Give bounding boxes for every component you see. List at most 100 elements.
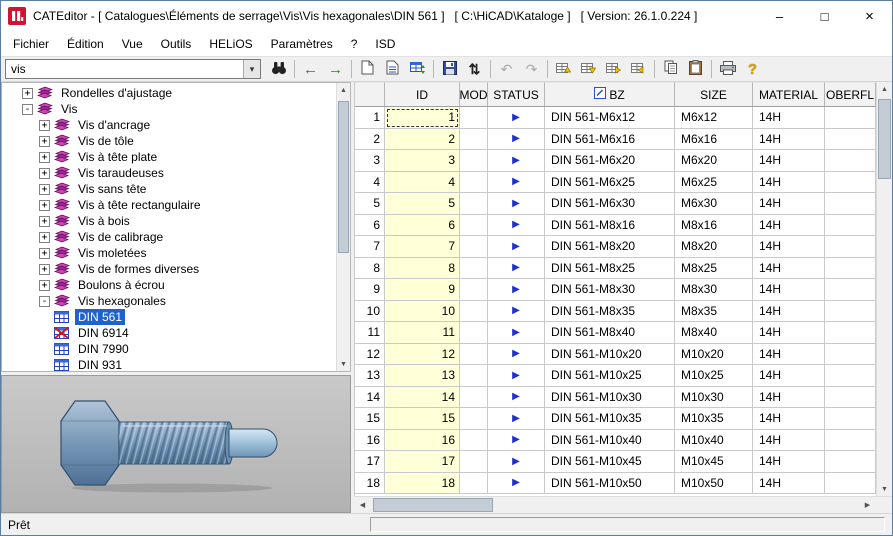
tree-expander-icon[interactable]: + bbox=[39, 152, 50, 163]
cell-material[interactable]: 14H bbox=[753, 408, 825, 430]
tree-expander-icon[interactable]: + bbox=[39, 248, 50, 259]
table-row[interactable]: 9 9 ▶ DIN 561-M8x30 M8x30 14H bbox=[355, 279, 876, 301]
tree-item-label[interactable]: Vis à tête plate bbox=[75, 149, 160, 165]
cell-mod[interactable] bbox=[460, 451, 488, 473]
tree-expander-icon[interactable]: + bbox=[39, 232, 50, 243]
cell-size[interactable]: M6x20 bbox=[675, 150, 753, 172]
cell-rownum[interactable]: 2 bbox=[355, 129, 385, 151]
cell-size[interactable]: M10x40 bbox=[675, 430, 753, 452]
cell-id[interactable]: 4 bbox=[385, 172, 460, 194]
tree-item[interactable]: - Vis bbox=[2, 101, 336, 117]
tree-expander-icon[interactable]: + bbox=[39, 216, 50, 227]
col-material[interactable]: MATERIAL bbox=[753, 82, 825, 107]
cell-rownum[interactable]: 18 bbox=[355, 473, 385, 495]
cell-id[interactable]: 3 bbox=[385, 150, 460, 172]
cell-status[interactable]: ▶ bbox=[488, 258, 545, 280]
cell-mod[interactable] bbox=[460, 258, 488, 280]
col-id[interactable]: ID bbox=[385, 82, 460, 107]
tree-item-label[interactable]: Vis de calibrage bbox=[75, 229, 166, 245]
cell-material[interactable]: 14H bbox=[753, 150, 825, 172]
cell-rownum[interactable]: 6 bbox=[355, 215, 385, 237]
cell-size[interactable]: M6x25 bbox=[675, 172, 753, 194]
cell-rownum[interactable]: 14 bbox=[355, 387, 385, 409]
tree-item-label[interactable]: Vis à bois bbox=[75, 213, 133, 229]
cell-oberfl[interactable] bbox=[825, 150, 876, 172]
cell-material[interactable]: 14H bbox=[753, 172, 825, 194]
menu-item[interactable]: Outils bbox=[152, 33, 201, 55]
col-mod[interactable]: MOD bbox=[460, 82, 488, 107]
cell-oberfl[interactable] bbox=[825, 301, 876, 323]
cell-size[interactable]: M6x30 bbox=[675, 193, 753, 215]
scroll-up-icon[interactable]: ▲ bbox=[337, 83, 350, 97]
cell-oberfl[interactable] bbox=[825, 172, 876, 194]
scroll-up-icon[interactable]: ▲ bbox=[877, 82, 892, 96]
cell-status[interactable]: ▶ bbox=[488, 236, 545, 258]
tree-expander-icon[interactable]: + bbox=[39, 120, 50, 131]
cell-rownum[interactable]: 5 bbox=[355, 193, 385, 215]
find-button[interactable] bbox=[266, 58, 291, 80]
tree-item-label[interactable]: Vis sans tête bbox=[75, 181, 149, 197]
cell-id[interactable]: 1 bbox=[385, 107, 460, 129]
tree-item-label[interactable]: Vis hexagonales bbox=[75, 293, 169, 309]
tree-item-label[interactable]: Boulons à écrou bbox=[75, 277, 168, 293]
cell-id[interactable]: 8 bbox=[385, 258, 460, 280]
maximize-button[interactable]: □ bbox=[802, 1, 847, 31]
table-row[interactable]: 11 11 ▶ DIN 561-M8x40 M8x40 14H bbox=[355, 322, 876, 344]
cell-oberfl[interactable] bbox=[825, 107, 876, 129]
redo-button[interactable]: ↷ bbox=[519, 58, 544, 80]
cell-material[interactable]: 14H bbox=[753, 107, 825, 129]
tree-item[interactable]: DIN 7990 bbox=[2, 341, 336, 357]
cell-rownum[interactable]: 17 bbox=[355, 451, 385, 473]
cell-id[interactable]: 16 bbox=[385, 430, 460, 452]
cell-material[interactable]: 14H bbox=[753, 430, 825, 452]
cell-id[interactable]: 11 bbox=[385, 322, 460, 344]
scroll-right-icon[interactable]: ▶ bbox=[859, 497, 876, 513]
cell-status[interactable]: ▶ bbox=[488, 473, 545, 495]
tree-item-label[interactable]: Vis taraudeuses bbox=[75, 165, 167, 181]
forward-button[interactable]: → bbox=[323, 58, 348, 80]
copy-row-button[interactable] bbox=[601, 58, 626, 80]
search-input[interactable]: vis bbox=[6, 62, 243, 76]
tree-expander-icon[interactable]: - bbox=[22, 104, 33, 115]
cell-status[interactable]: ▶ bbox=[488, 279, 545, 301]
sort-button[interactable]: ⇅ bbox=[462, 58, 487, 80]
cell-mod[interactable] bbox=[460, 387, 488, 409]
cell-mod[interactable] bbox=[460, 408, 488, 430]
tree-item-label[interactable]: DIN 561 bbox=[75, 309, 125, 325]
table-row[interactable]: 15 15 ▶ DIN 561-M10x35 M10x35 14H bbox=[355, 408, 876, 430]
tree-item-label[interactable]: Vis de tôle bbox=[75, 133, 137, 149]
cell-material[interactable]: 14H bbox=[753, 387, 825, 409]
col-oberfl[interactable]: OBERFL bbox=[825, 82, 876, 107]
move-row-button[interactable] bbox=[626, 58, 651, 80]
tree-item-label[interactable]: Rondelles d'ajustage bbox=[58, 85, 175, 101]
cell-bz[interactable]: DIN 561-M8x40 bbox=[545, 322, 675, 344]
tree-item[interactable]: + Vis à tête rectangulaire bbox=[2, 197, 336, 213]
cell-material[interactable]: 14H bbox=[753, 193, 825, 215]
table-row[interactable]: 18 18 ▶ DIN 561-M10x50 M10x50 14H bbox=[355, 473, 876, 495]
cell-bz[interactable]: DIN 561-M10x20 bbox=[545, 344, 675, 366]
menu-item[interactable]: Paramètres bbox=[262, 33, 342, 55]
table-row[interactable]: 6 6 ▶ DIN 561-M8x16 M8x16 14H bbox=[355, 215, 876, 237]
tree-item[interactable]: + Vis moletées bbox=[2, 245, 336, 261]
cell-bz[interactable]: DIN 561-M6x20 bbox=[545, 150, 675, 172]
cell-mod[interactable] bbox=[460, 236, 488, 258]
tree-expander-icon[interactable]: + bbox=[39, 200, 50, 211]
cell-mod[interactable] bbox=[460, 322, 488, 344]
table-row[interactable]: 17 17 ▶ DIN 561-M10x45 M10x45 14H bbox=[355, 451, 876, 473]
cell-size[interactable]: M10x30 bbox=[675, 387, 753, 409]
cell-status[interactable]: ▶ bbox=[488, 365, 545, 387]
tree-item[interactable]: + Vis à bois bbox=[2, 213, 336, 229]
help-button[interactable]: ? bbox=[740, 58, 765, 80]
cell-mod[interactable] bbox=[460, 172, 488, 194]
back-button[interactable]: ← bbox=[298, 58, 323, 80]
cell-id[interactable]: 12 bbox=[385, 344, 460, 366]
edit-table-button[interactable] bbox=[380, 58, 405, 80]
cell-size[interactable]: M10x45 bbox=[675, 451, 753, 473]
cell-status[interactable]: ▶ bbox=[488, 150, 545, 172]
cell-oberfl[interactable] bbox=[825, 408, 876, 430]
tree-expander-icon[interactable]: - bbox=[39, 296, 50, 307]
search-combobox[interactable]: vis ▾ bbox=[5, 59, 261, 79]
tree-item-label[interactable]: Vis d'ancrage bbox=[75, 117, 153, 133]
cell-bz[interactable]: DIN 561-M10x50 bbox=[545, 473, 675, 495]
cell-mod[interactable] bbox=[460, 301, 488, 323]
